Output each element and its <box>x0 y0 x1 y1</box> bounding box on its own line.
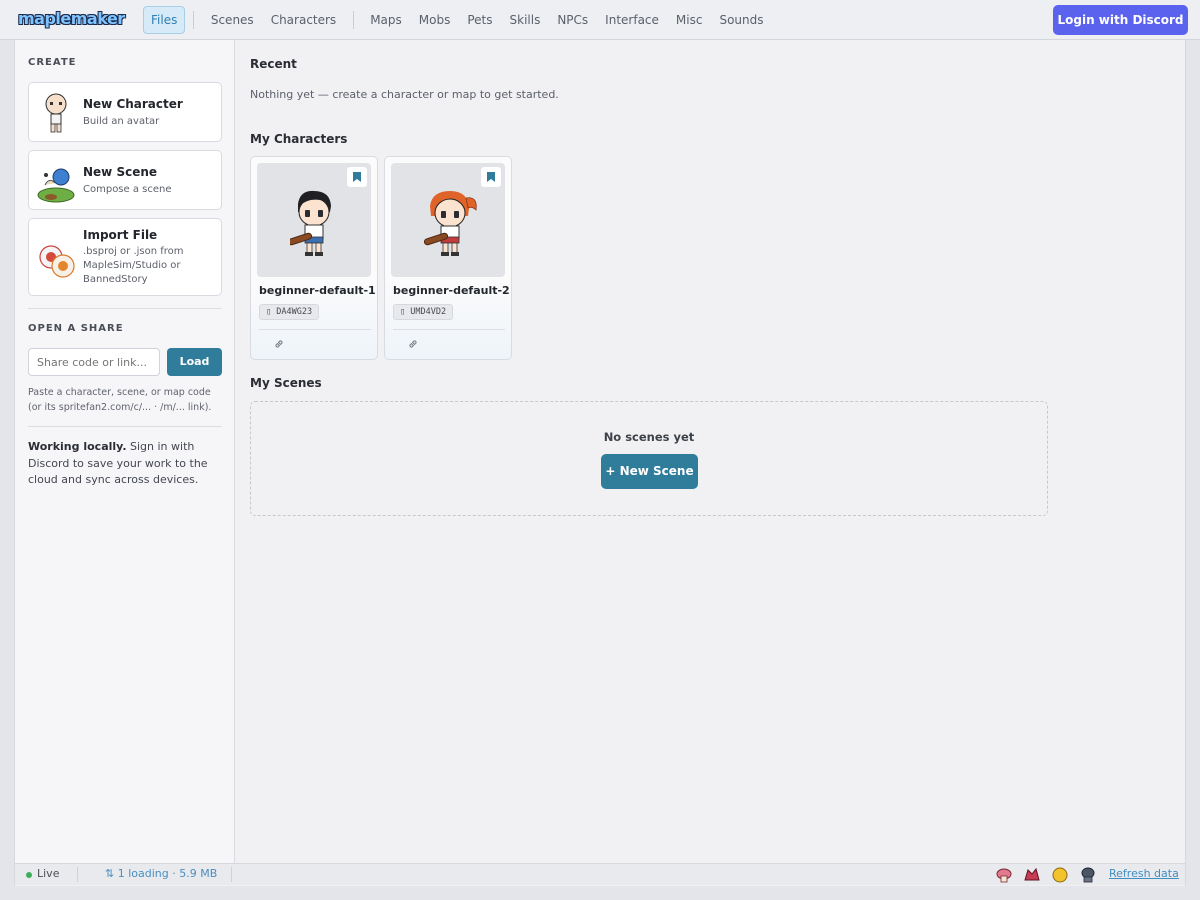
scene-snail-icon <box>37 168 75 203</box>
nav-tab-pets[interactable]: Pets <box>459 6 501 34</box>
character-code-text: UMD4VD2 <box>410 307 447 317</box>
status-bar: Live ⇅ 1 loading · 5.9 MB Refresh data <box>15 863 1185 885</box>
share-code-input[interactable] <box>28 348 160 376</box>
link-icon[interactable] <box>407 338 419 350</box>
character-name: beginner-default-2 <box>393 284 510 297</box>
local-mode-note: Working locally. Sign in with Discord to… <box>28 439 226 489</box>
npc-icon[interactable] <box>1079 866 1097 884</box>
login-discord-button[interactable]: Login with Discord <box>1053 5 1188 35</box>
bookmark-icon <box>353 172 361 182</box>
nav-separator <box>352 11 354 29</box>
link-icon[interactable] <box>273 338 285 350</box>
bookmark-icon <box>487 172 495 182</box>
live-status-text: Live <box>37 867 60 880</box>
bookmark-button[interactable] <box>347 167 367 187</box>
nav-tab-sounds[interactable]: Sounds <box>711 6 772 34</box>
code-icon: ▯ <box>400 307 411 317</box>
load-share-button[interactable]: Load <box>167 348 222 376</box>
import-file-subtitle: .bsproj or .json from MapleSim/Studio or… <box>83 246 184 285</box>
character-card[interactable]: beginner-default-1 ▯ DA4WG23 <box>250 156 378 360</box>
nav-tab-characters[interactable]: Characters <box>262 6 345 34</box>
bookmark-button[interactable] <box>481 167 501 187</box>
refresh-data-link[interactable]: Refresh data <box>1109 867 1179 880</box>
top-nav-bar: maplemaker Files Scenes Characters Maps … <box>0 0 1200 40</box>
card-divider <box>393 329 505 330</box>
app-logo[interactable]: maplemaker <box>18 9 125 28</box>
scenes-empty-text: No scenes yet <box>603 430 695 444</box>
new-scene-title: New Scene <box>83 165 158 179</box>
import-file-icon <box>39 245 75 278</box>
characters-title: My Characters <box>250 132 348 146</box>
nav-separator <box>193 11 195 29</box>
nav-tab-maps[interactable]: Maps <box>362 6 411 34</box>
sidebar: CREATE New Character Build an avatar New… <box>15 40 235 863</box>
nav-tab-interface[interactable]: Interface <box>597 6 668 34</box>
create-heading: CREATE <box>28 57 77 68</box>
nav-tab-skills[interactable]: Skills <box>501 6 549 34</box>
import-file-card[interactable]: Import File .bsproj or .json from MapleS… <box>28 218 222 296</box>
new-scene-card[interactable]: New Scene Compose a scene <box>28 150 222 210</box>
import-file-title: Import File <box>83 228 158 242</box>
loading-status: ⇅ 1 loading · 5.9 MB <box>105 867 218 880</box>
new-character-subtitle: Build an avatar <box>83 116 160 127</box>
character-code-text: DA4WG23 <box>276 307 313 317</box>
open-share-heading: OPEN A SHARE <box>28 323 124 334</box>
status-separator <box>231 867 232 882</box>
card-divider <box>259 329 371 330</box>
character-share-code[interactable]: ▯ DA4WG23 <box>259 304 320 320</box>
recent-empty-text: Nothing yet — create a character or map … <box>250 88 559 101</box>
sidebar-divider <box>28 426 222 427</box>
character-share-code[interactable]: ▯ UMD4VD2 <box>393 304 454 320</box>
main-frame: CREATE New Character Build an avatar New… <box>14 40 1186 886</box>
status-separator <box>77 867 78 882</box>
nav-tab-misc[interactable]: Misc <box>667 6 711 34</box>
new-scene-button[interactable]: + New Scene <box>601 454 698 489</box>
scenes-empty-box: No scenes yet + New Scene <box>250 401 1048 516</box>
live-status-dot <box>26 872 32 878</box>
character-avatar-icon <box>45 93 67 133</box>
mushroom-icon[interactable] <box>995 866 1013 884</box>
share-hint-text: Paste a character, scene, or map code (o… <box>28 387 212 413</box>
nav-tab-mobs[interactable]: Mobs <box>410 6 459 34</box>
character-sprite-icon <box>290 190 331 256</box>
recent-title: Recent <box>250 57 297 71</box>
character-sprite-icon <box>424 191 477 256</box>
character-name: beginner-default-1 <box>259 284 376 297</box>
character-card[interactable]: beginner-default-2 ▯ UMD4VD2 <box>384 156 512 360</box>
scenes-title: My Scenes <box>250 376 322 390</box>
code-icon: ▯ <box>266 307 277 317</box>
nav-tab-scenes[interactable]: Scenes <box>202 6 262 34</box>
sidebar-divider <box>28 308 222 309</box>
new-character-card[interactable]: New Character Build an avatar <box>28 82 222 142</box>
main-nav: Files Scenes Characters Maps Mobs Pets S… <box>143 6 772 34</box>
new-character-title: New Character <box>83 97 183 111</box>
new-scene-subtitle: Compose a scene <box>83 184 172 195</box>
nav-tab-files[interactable]: Files <box>143 6 186 34</box>
monster-icon[interactable] <box>1023 866 1041 884</box>
local-mode-strong: Working locally. <box>28 440 127 453</box>
nav-tab-npcs[interactable]: NPCs <box>549 6 597 34</box>
coin-icon[interactable] <box>1051 866 1069 884</box>
